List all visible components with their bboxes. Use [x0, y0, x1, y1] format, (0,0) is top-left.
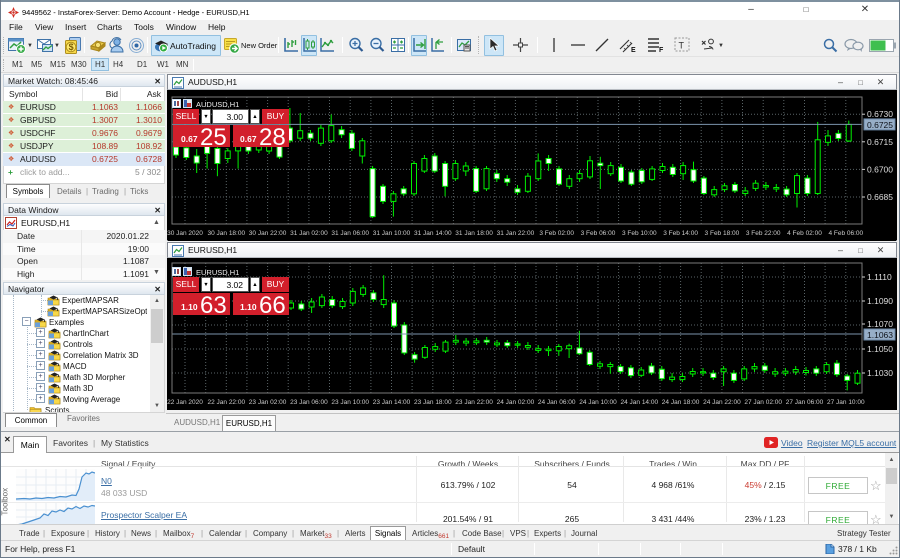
svg-text:24 Jan 06:00: 24 Jan 06:00: [538, 399, 576, 406]
svg-text:4 Feb 02:00: 4 Feb 02:00: [787, 230, 822, 237]
svg-text:23 Jan 10:00: 23 Jan 10:00: [331, 399, 369, 406]
svg-text:31 Jan 10:00: 31 Jan 10:00: [373, 230, 411, 237]
svg-text:1.1063: 1.1063: [867, 330, 893, 340]
svg-text:F: F: [659, 47, 664, 53]
svg-text:23 Jan 18:00: 23 Jan 18:00: [414, 399, 452, 406]
svg-text:22 Jan 22:00: 22 Jan 22:00: [208, 399, 246, 406]
svg-text:1.1050: 1.1050: [867, 344, 893, 354]
svg-text:3 Feb 06:00: 3 Feb 06:00: [581, 230, 616, 237]
svg-text:4 Feb 06:00: 4 Feb 06:00: [828, 230, 863, 237]
svg-text:1.1110: 1.1110: [867, 272, 892, 282]
svg-text:31 Jan 22:00: 31 Jan 22:00: [497, 230, 535, 237]
svg-text:31 Jan 18:00: 31 Jan 18:00: [455, 230, 493, 237]
svg-text:27 Jan 10:00: 27 Jan 10:00: [827, 399, 865, 406]
svg-text:27 Jan 06:00: 27 Jan 06:00: [786, 399, 824, 406]
svg-text:3 Feb 18:00: 3 Feb 18:00: [705, 230, 740, 237]
svg-text:30 Jan 18:00: 30 Jan 18:00: [208, 230, 246, 237]
svg-text:24 Jan 10:00: 24 Jan 10:00: [579, 399, 617, 406]
svg-text:23 Jan 02:00: 23 Jan 02:00: [249, 399, 287, 406]
svg-text:1.1070: 1.1070: [867, 319, 893, 329]
svg-text:27 Jan 02:00: 27 Jan 02:00: [744, 399, 782, 406]
svg-text:0.6700: 0.6700: [867, 164, 893, 174]
svg-text:3 Feb 14:00: 3 Feb 14:00: [663, 230, 698, 237]
svg-text:0.6715: 0.6715: [867, 137, 893, 147]
svg-text:24 Jan 22:00: 24 Jan 22:00: [703, 399, 741, 406]
svg-text:24 Jan 14:00: 24 Jan 14:00: [621, 399, 659, 406]
svg-text:23 Jan 22:00: 23 Jan 22:00: [455, 399, 493, 406]
svg-text:3 Feb 22:00: 3 Feb 22:00: [746, 230, 781, 237]
svg-text:$: $: [69, 42, 74, 52]
svg-text:0.6685: 0.6685: [867, 192, 893, 202]
svg-text:1.1090: 1.1090: [867, 296, 893, 306]
svg-text:23 Jan 06:00: 23 Jan 06:00: [290, 399, 328, 406]
svg-text:31 Jan 02:00: 31 Jan 02:00: [290, 230, 328, 237]
svg-text:30 Jan 22:00: 30 Jan 22:00: [249, 230, 287, 237]
svg-text:T: T: [679, 41, 685, 51]
svg-text:E: E: [631, 47, 636, 53]
svg-text:0.6730: 0.6730: [867, 109, 893, 119]
svg-text:31 Jan 14:00: 31 Jan 14:00: [414, 230, 452, 237]
svg-text:31 Jan 06:00: 31 Jan 06:00: [331, 230, 369, 237]
svg-text:3 Feb 02:00: 3 Feb 02:00: [539, 230, 574, 237]
svg-text:0.6725: 0.6725: [867, 120, 893, 130]
svg-text:23 Jan 14:00: 23 Jan 14:00: [373, 399, 411, 406]
svg-text:30 Jan 2020: 30 Jan 2020: [167, 230, 203, 237]
svg-text:1.1030: 1.1030: [867, 368, 893, 378]
svg-text:24 Jan 02:00: 24 Jan 02:00: [497, 399, 535, 406]
svg-text:24 Jan 18:00: 24 Jan 18:00: [662, 399, 700, 406]
svg-text:22 Jan 2020: 22 Jan 2020: [167, 399, 203, 406]
svg-text:3 Feb 10:00: 3 Feb 10:00: [622, 230, 657, 237]
